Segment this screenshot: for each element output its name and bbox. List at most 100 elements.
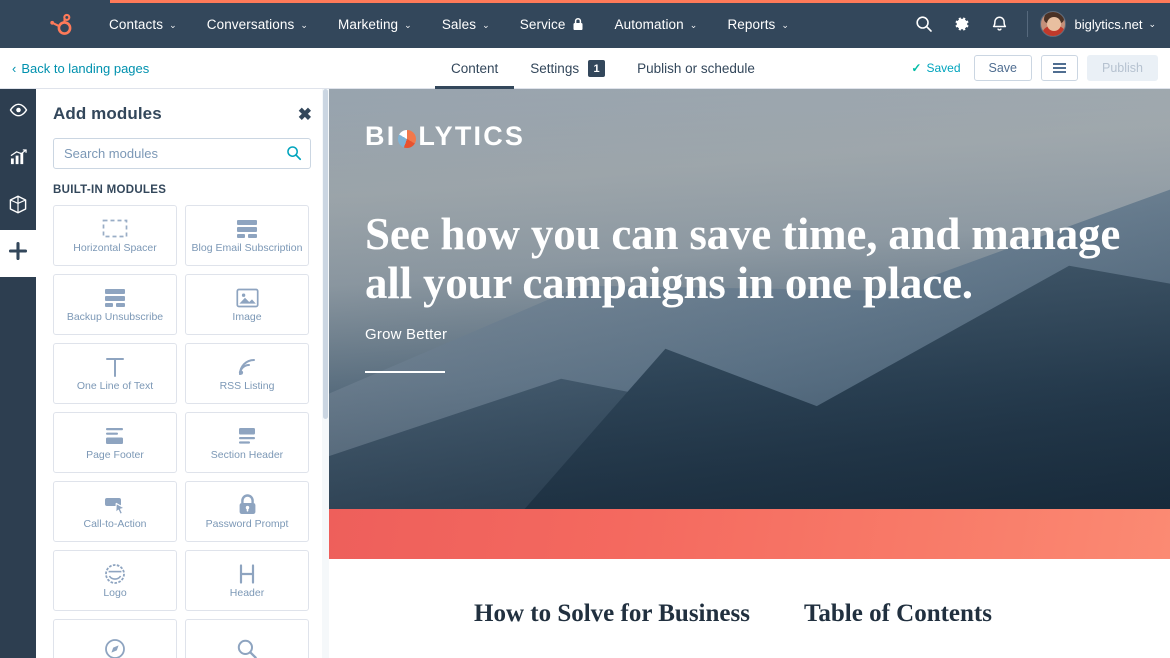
module-label: Call-to-Action (83, 519, 147, 531)
module-card-page-footer[interactable]: Page Footer (53, 412, 177, 473)
toolbar-actions: ✓ Saved Save Publish (911, 48, 1170, 88)
module-label: One Line of Text (76, 381, 154, 393)
module-card-rss-listing[interactable]: RSS Listing (185, 343, 309, 404)
module-label: Horizontal Spacer (73, 243, 157, 255)
chevron-down-icon: ⌄ (482, 19, 490, 30)
preview-scrollbar[interactable] (322, 89, 329, 658)
module-card-one-line-of-text[interactable]: One Line of Text (53, 343, 177, 404)
cta-cursor-icon (103, 492, 128, 517)
module-label: Password Prompt (205, 519, 289, 531)
module-card-horizontal-spacer[interactable]: Horizontal Spacer (53, 205, 177, 266)
add-modules-panel: Add modules ✖ BUILT-IN MODULES Horizo (36, 89, 329, 658)
image-picture-icon (235, 285, 259, 310)
tab-settings[interactable]: Settings 1 (514, 48, 621, 89)
nav-item-sales[interactable]: Sales ⌄ (427, 0, 505, 48)
compass-icon (104, 636, 126, 658)
biglytics-logo[interactable]: BI LYTICS (365, 121, 1170, 152)
search-input[interactable] (53, 138, 311, 169)
module-card-compass[interactable] (53, 619, 177, 658)
module-label: Section Header (210, 450, 284, 462)
logo-circle-icon (104, 561, 126, 586)
nav-divider (1026, 11, 1028, 37)
publish-button[interactable]: Publish (1087, 55, 1158, 81)
module-label: Blog Email Subscription (191, 243, 303, 255)
tab-content[interactable]: Content (435, 48, 515, 89)
pie-chart-g-icon (398, 129, 417, 148)
editor-icon-rail (0, 89, 36, 658)
module-card-image[interactable]: Image (185, 274, 309, 335)
search-magnifier-icon (236, 636, 258, 658)
nav-item-reports[interactable]: Reports ⌄ (712, 0, 804, 48)
analytics-chart-icon (9, 148, 28, 171)
orange-accent-band[interactable] (329, 509, 1170, 559)
nav-item-contacts[interactable]: Contacts ⌄ (94, 0, 192, 48)
hero-section[interactable]: BI LYTICS See how you can save time, and… (329, 89, 1170, 509)
tab-label: Content (451, 61, 499, 76)
column-heading-table-of-contents[interactable]: Table of Contents (804, 600, 992, 628)
module-card-call-to-action[interactable]: Call-to-Action (53, 481, 177, 542)
nav-item-conversations[interactable]: Conversations ⌄ (192, 0, 323, 48)
nav-label: Conversations (206, 16, 295, 32)
column-heading-how-to-solve[interactable]: How to Solve for Business (474, 600, 750, 628)
module-label: RSS Listing (219, 381, 275, 393)
chevron-down-icon: ⌄ (689, 19, 698, 30)
hubspot-landing-page-editor: Contacts ⌄ Conversations ⌄ Marketing ⌄ S… (0, 0, 1170, 658)
hero-headline[interactable]: See how you can save time, and manage al… (365, 210, 1155, 307)
chevron-left-icon: ‹ (12, 60, 17, 76)
rail-item-analytics[interactable] (0, 136, 36, 183)
account-name-label: biglytics.net (1074, 16, 1143, 32)
close-icon[interactable]: ✖ (298, 106, 312, 123)
module-label: Page Footer (86, 450, 144, 462)
logo-text-post: LYTICS (418, 121, 526, 151)
chevron-down-icon: ⌄ (169, 19, 177, 30)
heading-h-icon (237, 561, 257, 586)
module-card-backup-unsubscribe[interactable]: Backup Unsubscribe (53, 274, 177, 335)
hubspot-sprocket-icon[interactable] (42, 7, 76, 41)
module-card-logo[interactable]: Logo (53, 550, 177, 611)
module-card-password-prompt[interactable]: Password Prompt (185, 481, 309, 542)
plus-add-icon (8, 241, 28, 266)
saved-label: Saved (926, 61, 961, 75)
account-menu[interactable]: biglytics.net ⌄ (1075, 17, 1156, 32)
tab-publish-or-schedule[interactable]: Publish or schedule (621, 48, 771, 89)
rss-feed-icon (236, 354, 258, 379)
rail-item-add[interactable] (0, 230, 36, 277)
module-card-search[interactable] (185, 619, 309, 658)
top-navigation-bar: Contacts ⌄ Conversations ⌄ Marketing ⌄ S… (0, 0, 1170, 48)
rail-item-preview[interactable] (0, 89, 36, 136)
eye-preview-icon (9, 103, 28, 122)
built-in-modules-label: BUILT-IN MODULES (53, 184, 167, 196)
nav-item-marketing[interactable]: Marketing ⌄ (323, 0, 427, 48)
module-card-header[interactable]: Header (185, 550, 309, 611)
hero-subtitle[interactable]: Grow Better (365, 326, 1170, 343)
settings-badge: 1 (588, 60, 606, 77)
more-actions-button[interactable] (1041, 55, 1078, 81)
save-button[interactable]: Save (973, 55, 1032, 81)
save-button-label: Save (988, 61, 1018, 75)
back-to-landing-pages-link[interactable]: ‹ Back to landing pages (0, 48, 149, 88)
nav-item-automation[interactable]: Automation ⌄ (599, 0, 712, 48)
tab-label: Publish or schedule (637, 61, 755, 76)
module-label: Header (229, 588, 265, 600)
rail-item-modules[interactable] (0, 183, 36, 230)
modules-grid: Horizontal Spacer Blog Email Subscriptio… (53, 205, 315, 658)
saved-status: ✓ Saved (911, 61, 960, 75)
nav-item-service[interactable]: Service (505, 0, 600, 48)
panel-title: Add modules (53, 104, 162, 123)
text-t-icon (104, 354, 126, 379)
search-modules-wrap (53, 138, 311, 169)
module-card-section-header[interactable]: Section Header (185, 412, 309, 473)
nav-label: Sales (441, 16, 477, 32)
gear-icon[interactable] (943, 0, 981, 48)
primary-nav-items: Contacts ⌄ Conversations ⌄ Marketing ⌄ S… (94, 0, 804, 48)
module-card-blog-email-subscription[interactable]: Blog Email Subscription (185, 205, 309, 266)
chevron-down-icon: ⌄ (404, 19, 412, 30)
check-icon: ✓ (911, 61, 922, 75)
module-label: Backup Unsubscribe (66, 312, 164, 324)
search-icon[interactable] (905, 0, 943, 48)
bell-icon[interactable] (981, 0, 1019, 48)
editor-tabs: Content Settings 1 Publish or schedule (435, 48, 771, 89)
logo-text-pre: BI (365, 121, 397, 151)
chevron-down-icon: ⌄ (1148, 18, 1156, 29)
avatar[interactable] (1039, 11, 1066, 37)
